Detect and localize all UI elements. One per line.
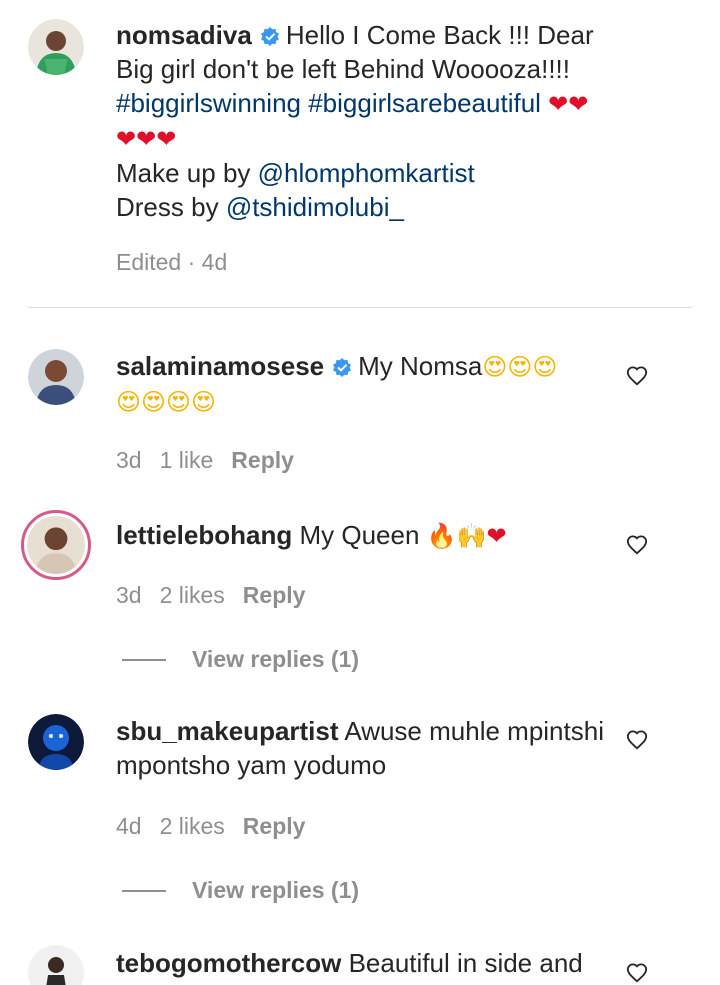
heart-eyes-emoji: 😍😍😍 — [482, 353, 558, 381]
makeup-prefix: Make up by — [116, 158, 251, 188]
view-replies-label: View replies (1) — [192, 877, 360, 903]
heart-outline-icon[interactable] — [626, 962, 648, 984]
comment-text: My Queen — [299, 520, 420, 550]
comment-meta: 3d 1 like Reply — [116, 447, 312, 474]
reply-button[interactable]: Reply — [243, 813, 306, 839]
avatar-image — [28, 714, 84, 770]
comment: salaminamosese My Nomsa😍😍😍 😍😍😍😍 3d 1 like R… — [0, 340, 720, 490]
comment-likes[interactable]: 2 likes — [160, 813, 225, 839]
replies-line — [122, 889, 166, 892]
comment-time: 3d — [116, 447, 142, 473]
avatar[interactable] — [28, 714, 84, 770]
avatar-image — [28, 19, 84, 75]
comment-body: lettielebohang My Queen 🔥🙌❤ — [116, 518, 636, 553]
avatar-story-ring[interactable] — [21, 510, 91, 580]
comment-meta: 4d 2 likes Reply — [116, 813, 323, 840]
hearts-emoji: ❤❤ — [548, 90, 589, 118]
heart-outline-icon[interactable] — [626, 365, 648, 387]
verified-badge-icon — [333, 358, 352, 377]
post-caption: nomsadiva Hello I Come Back !!! Dear Big … — [0, 0, 720, 300]
comment-text: Beautiful in side and — [348, 948, 583, 978]
replies-line — [122, 658, 166, 661]
reply-button[interactable]: Reply — [231, 447, 294, 473]
comment-body: salaminamosese My Nomsa😍😍😍 😍😍😍😍 — [116, 349, 636, 419]
username[interactable]: sbu_makeupartist — [116, 716, 339, 746]
avatar-image — [28, 945, 84, 985]
hashtags[interactable]: #biggirlswinning #biggirlsarebeautiful — [116, 88, 541, 118]
comment: sbu_makeupartist Awuse muhle mpintshi mp… — [0, 700, 720, 910]
avatar-image — [28, 349, 84, 405]
username[interactable]: nomsadiva — [116, 20, 252, 50]
divider — [28, 307, 692, 308]
reply-button[interactable]: Reply — [243, 582, 306, 608]
username[interactable]: salaminamosese — [116, 351, 324, 381]
post-meta: Edited · 4d — [116, 249, 228, 275]
view-replies-label: View replies (1) — [192, 646, 360, 672]
comment-likes[interactable]: 1 like — [160, 447, 214, 473]
comment-body: tebogomothercow Beautiful in side and — [116, 946, 636, 980]
comment: tebogomothercow Beautiful in side and — [0, 935, 720, 985]
view-replies-button[interactable]: View replies (1) — [122, 646, 359, 673]
dress-prefix: Dress by — [116, 192, 219, 222]
heart-outline-icon[interactable] — [626, 729, 648, 751]
avatar-image — [27, 516, 85, 574]
comment-likes[interactable]: 2 likes — [160, 582, 225, 608]
heart-emoji: ❤ — [486, 522, 507, 550]
makeup-handle-link[interactable]: @hlomphomkartist — [258, 158, 475, 188]
raised-hands-emoji: 🙌 — [456, 522, 487, 550]
avatar[interactable] — [28, 945, 84, 985]
comment: lettielebohang My Queen 🔥🙌❤ 3d 2 likes Rep… — [0, 505, 720, 685]
comment-text: My Nomsa — [358, 351, 483, 381]
comment-time: 3d — [116, 582, 142, 608]
verified-badge-icon — [260, 27, 279, 46]
username[interactable]: tebogomothercow — [116, 948, 341, 978]
hearts-emoji-line2: ❤❤❤ — [116, 125, 177, 153]
view-replies-button[interactable]: View replies (1) — [122, 877, 359, 904]
username[interactable]: lettielebohang — [116, 520, 292, 550]
dress-handle-link[interactable]: @tshidimolubi_ — [226, 192, 404, 222]
avatar[interactable] — [28, 19, 84, 75]
heart-outline-icon[interactable] — [626, 534, 648, 556]
comment-meta: 3d 2 likes Reply — [116, 582, 323, 609]
comment-time: 4d — [116, 813, 142, 839]
heart-eyes-emoji: 😍😍😍😍 — [116, 388, 217, 416]
comment-body: sbu_makeupartist Awuse muhle mpintshi mp… — [116, 714, 616, 782]
caption-body: nomsadiva Hello I Come Back !!! Dear Big … — [116, 18, 636, 224]
avatar[interactable] — [28, 349, 84, 405]
fire-emoji: 🔥 — [426, 522, 457, 550]
